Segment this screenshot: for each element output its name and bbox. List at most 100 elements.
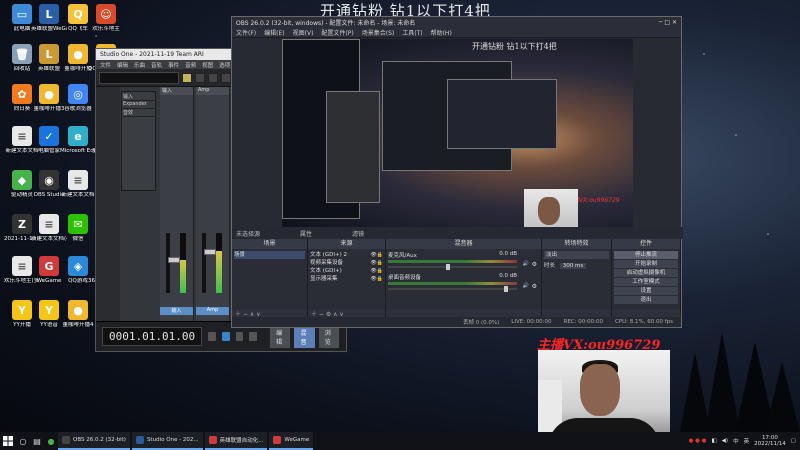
taskbar-app[interactable]: 英雄联盟自动化...	[204, 432, 268, 450]
volume-icon[interactable]: ◀)	[722, 438, 728, 444]
range-tool-icon[interactable]	[195, 72, 205, 83]
obs-preview[interactable]: 开通钻粉 钻1以下打4把 主播VX:ou996729	[282, 39, 633, 239]
menu-item[interactable]: 编辑	[117, 61, 128, 69]
menu-item[interactable]: 视图	[202, 61, 213, 69]
insert-slot[interactable]: 音效	[123, 109, 154, 117]
volume-slider-thumb[interactable]	[446, 264, 451, 270]
obs-window[interactable]: OBS 26.0.2 (32-bit, windows) - 配置文件: 未命名…	[231, 16, 683, 328]
source-item[interactable]: 文本 (GDI+) 2 👁🔒	[310, 251, 383, 259]
menu-item[interactable]: 音频	[185, 61, 196, 69]
menu-item[interactable]: 工具(T)	[402, 28, 422, 37]
control-button[interactable]: 启动虚拟摄像机	[614, 269, 678, 277]
clock-date: 2022/11/14	[754, 441, 786, 447]
split-tool-icon[interactable]	[208, 72, 218, 83]
taskbar-app[interactable]: Studio One - 202...	[131, 432, 203, 450]
control-button[interactable]: 退出	[614, 296, 678, 304]
page-tab[interactable]: 编辑	[269, 324, 292, 349]
page-tab[interactable]: 混音	[293, 324, 316, 349]
menu-item[interactable]: 场景集合(S)	[362, 28, 395, 37]
fader-track[interactable]	[202, 233, 216, 293]
search-icon[interactable]: ○	[16, 432, 30, 450]
transition-select[interactable]: 淡出	[544, 251, 609, 259]
app-icon: ✿	[12, 84, 32, 104]
fader-track[interactable]	[166, 233, 180, 293]
menu-item[interactable]: 配置文件(P)	[321, 28, 353, 37]
fader-knob[interactable]	[168, 257, 180, 264]
app-icon: L	[39, 4, 59, 24]
source-toolbar-button[interactable]: 属性	[300, 229, 312, 238]
record-icon[interactable]	[235, 332, 244, 341]
fader-knob[interactable]	[204, 249, 216, 256]
taskbar-app[interactable]: OBS 26.0.2 (32-bit)	[58, 432, 130, 450]
clock[interactable]: 17:00 2022/11/14	[754, 435, 786, 447]
channel-strip[interactable]: Amp Amp	[196, 87, 230, 321]
duration-input[interactable]: 300 ms	[559, 263, 587, 269]
menu-item[interactable]: 帮助(H)	[431, 28, 452, 37]
source-item[interactable]: 显示器采集 👁🔒	[310, 275, 383, 283]
desktop-icon[interactable]: ● 董咖啡开播4	[60, 300, 96, 329]
windows-start-icon[interactable]	[0, 432, 16, 450]
visibility-lock-icon[interactable]: 👁🔒	[370, 275, 383, 283]
speaker-icon[interactable]: 🔊	[523, 283, 529, 289]
channel-strip[interactable]: 输入 输入	[160, 87, 194, 321]
speaker-icon[interactable]: 🔊	[523, 261, 529, 267]
menu-item[interactable]: 乐曲	[134, 61, 145, 69]
eraser-tool-icon[interactable]	[221, 72, 231, 83]
page-tab[interactable]: 浏览	[317, 324, 340, 349]
visibility-lock-icon[interactable]: 👁🔒	[370, 267, 383, 275]
volume-slider-thumb[interactable]	[504, 286, 509, 292]
app-icon: ▭	[12, 4, 32, 24]
arrow-tool-icon[interactable]	[182, 72, 192, 83]
control-button[interactable]: 工作室模式	[614, 278, 678, 286]
volume-slider[interactable]	[388, 286, 517, 292]
source-label: 文本 (GDI+)	[310, 268, 342, 274]
notification-icon[interactable]: ▢	[791, 438, 796, 444]
source-item[interactable]: 视频采集设备 👁🔒	[310, 259, 383, 267]
menu-item[interactable]: 选项	[219, 61, 230, 69]
studio-title: Studio One - 2021-11-19 Team ARI	[100, 51, 204, 58]
scenes-dock: 场景 场景 ＋ − ∧ ∨	[232, 239, 308, 319]
app-icon: Q	[68, 4, 88, 24]
network-icon[interactable]: ◧	[711, 438, 716, 444]
app-icon: L	[39, 44, 59, 64]
menu-item[interactable]: 编辑(E)	[264, 28, 284, 37]
task-view-icon[interactable]: ▤	[30, 432, 44, 450]
ime-indicator[interactable]: 中	[733, 437, 739, 445]
source-item[interactable]: 文本 (GDI+) 👁🔒	[310, 267, 383, 275]
menu-item[interactable]: 文件	[100, 61, 111, 69]
menu-item[interactable]: 视图(V)	[293, 28, 314, 37]
obs-titlebar[interactable]: OBS 26.0.2 (32-bit, windows) - 配置文件: 未命名…	[232, 17, 681, 28]
loop-icon[interactable]	[249, 332, 258, 341]
mixer-list: 麦克风/Aux 0.0 dB 🔊 ⚙ 桌面音频设备 0.0 dB 🔊 ⚙	[386, 249, 541, 309]
scenes-dock-title: 场景	[232, 239, 307, 249]
taskbar: ○ ▤ ● OBS 26.0.2 (32-bit) Studio One - 20…	[0, 432, 800, 450]
tray-app-icons[interactable]: ● ● ●	[689, 438, 707, 444]
taskbar-app[interactable]: WeGame	[269, 432, 314, 450]
status-item: REC: 00:00:00	[563, 319, 603, 325]
gear-icon[interactable]: ⚙	[532, 283, 537, 290]
visibility-lock-icon[interactable]: 👁🔒	[370, 259, 383, 267]
scene-item[interactable]: 场景	[234, 251, 305, 259]
control-button[interactable]: 设置	[614, 287, 678, 295]
menu-item[interactable]: 事件	[168, 61, 179, 69]
app-icon: ◉	[39, 170, 59, 190]
menu-item[interactable]: 音轨	[151, 61, 162, 69]
browser-icon[interactable]: ●	[44, 432, 58, 450]
volume-slider[interactable]	[388, 264, 517, 270]
insert-slot[interactable]: Expander	[123, 101, 154, 109]
timecode-display: 0001.01.01.00	[102, 327, 203, 346]
control-button[interactable]: 停止推流	[614, 251, 678, 259]
lang-indicator[interactable]: 英	[744, 437, 750, 445]
menu-item[interactable]: 文件(F)	[236, 28, 256, 37]
desktop-icon[interactable]: ☺ 欢乐斗地主	[88, 4, 124, 33]
insert-slot[interactable]: 输入	[123, 93, 154, 101]
window-controls-icon[interactable]: ─ □ ✕	[659, 19, 677, 26]
stop-icon[interactable]	[208, 332, 216, 341]
control-button[interactable]: 开始录制	[614, 260, 678, 268]
visibility-lock-icon[interactable]: 👁🔒	[370, 251, 383, 259]
source-toolbar-button[interactable]: 滤镜	[352, 229, 364, 238]
play-icon[interactable]	[221, 332, 230, 341]
strip-name: Amp	[196, 307, 229, 315]
gear-icon[interactable]: ⚙	[532, 261, 537, 268]
app-icon: ≡	[12, 256, 32, 276]
